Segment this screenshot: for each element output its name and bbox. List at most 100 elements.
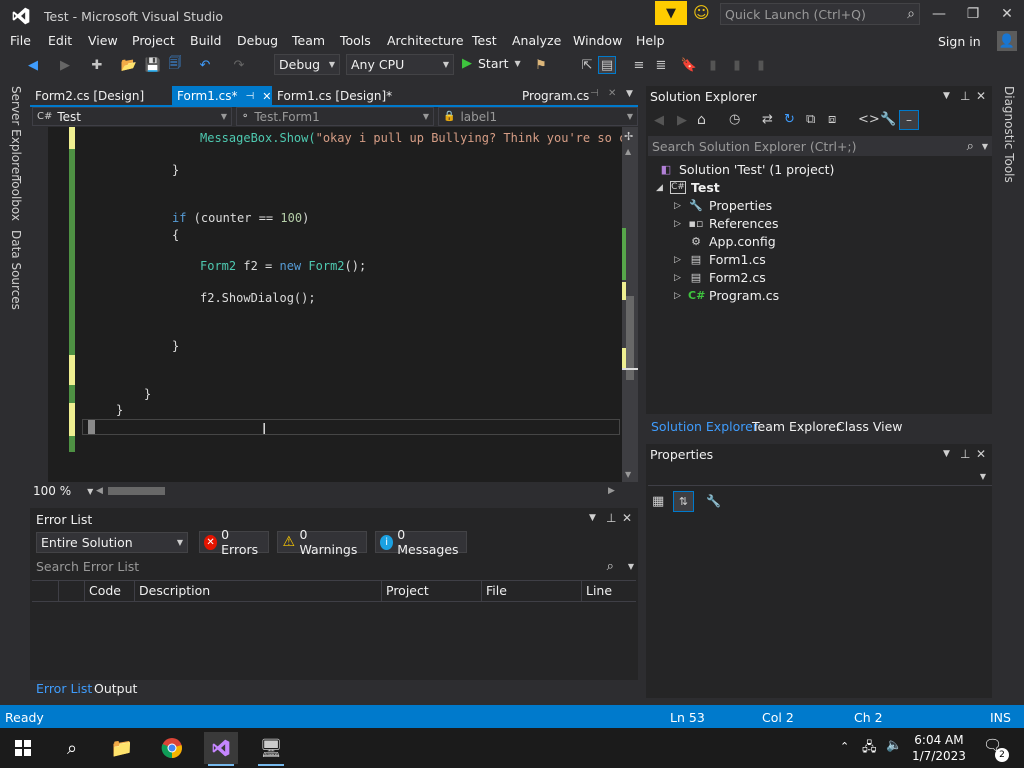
- forward-icon[interactable]: ▶: [677, 113, 687, 128]
- scroll-down-icon[interactable]: ▼: [625, 470, 631, 479]
- categorized-icon[interactable]: ▦: [652, 494, 664, 509]
- messages-filter-button[interactable]: i 0 Messages: [375, 527, 467, 557]
- taskbar-search-icon[interactable]: ⌕: [55, 732, 89, 764]
- close-button[interactable]: ✕: [990, 2, 1024, 26]
- server-explorer-tab[interactable]: Server Explorer: [9, 86, 23, 179]
- panel-menu-chevron-icon[interactable]: ▼: [943, 91, 950, 101]
- bookmark-icon[interactable]: 🔖: [680, 56, 698, 74]
- menu-build[interactable]: Build: [190, 33, 221, 48]
- preview-toggle-icon[interactable]: –: [899, 110, 919, 130]
- tab-output[interactable]: Output: [94, 681, 137, 696]
- data-sources-tab[interactable]: Data Sources: [9, 230, 23, 310]
- menu-tools[interactable]: Tools: [340, 33, 371, 48]
- horizontal-scroll-thumb[interactable]: [108, 487, 165, 495]
- tab-form1-design[interactable]: Form1.cs [Design]*: [272, 86, 397, 106]
- errors-filter-button[interactable]: ✕ 0 Errors: [199, 527, 269, 557]
- file-explorer-icon[interactable]: 📁: [105, 732, 139, 764]
- member-dropdown[interactable]: 🔒 label1 ▼: [438, 107, 638, 126]
- column-project[interactable]: Project: [386, 583, 429, 598]
- minimize-button[interactable]: —: [922, 2, 956, 26]
- tree-item-references[interactable]: ▷ ▪▫ References: [674, 216, 778, 231]
- refresh-icon[interactable]: ↻: [784, 112, 795, 127]
- close-tab-icon[interactable]: ✕: [608, 88, 616, 99]
- tab-class-view[interactable]: Class View: [836, 419, 903, 434]
- show-all-files-icon[interactable]: ⧈: [828, 112, 836, 127]
- feedback-filter-icon[interactable]: ▼: [655, 1, 687, 25]
- app-window-taskbar-icon[interactable]: 🖥: [254, 732, 288, 766]
- view-code-icon[interactable]: <>: [858, 112, 880, 127]
- close-panel-icon[interactable]: ✕: [976, 447, 986, 461]
- menu-analyze[interactable]: Analyze: [512, 33, 561, 48]
- tree-item-app-config[interactable]: ⚙ App.config: [688, 234, 776, 249]
- properties-object-selector[interactable]: ▼: [648, 468, 992, 486]
- menu-help[interactable]: Help: [636, 33, 665, 48]
- zoom-dropdown[interactable]: 100 % ▼: [33, 484, 93, 498]
- scroll-up-icon[interactable]: ▲: [625, 147, 631, 156]
- network-icon[interactable]: 🖧: [862, 738, 877, 760]
- class-dropdown[interactable]: ⚬ Test.Form1 ▼: [236, 107, 434, 126]
- sync-icon[interactable]: ⇄: [762, 112, 773, 127]
- properties-wrench-icon[interactable]: 🔧: [880, 112, 896, 127]
- tree-item-properties[interactable]: ▷ 🔧 Properties: [674, 198, 772, 213]
- close-panel-icon[interactable]: ✕: [976, 89, 986, 103]
- toolbox-tab[interactable]: Toolbox: [9, 176, 23, 221]
- home-icon[interactable]: ⌂: [697, 112, 706, 128]
- tree-item-form2[interactable]: ▷ ▤ Form2.cs: [674, 270, 766, 285]
- column-line[interactable]: Line: [586, 583, 612, 598]
- tab-overflow-chevron-icon[interactable]: ▼: [626, 89, 633, 99]
- menu-architecture[interactable]: Architecture: [387, 33, 464, 48]
- save-icon[interactable]: 💾: [144, 56, 162, 74]
- windows-start-icon[interactable]: [6, 732, 40, 764]
- close-panel-icon[interactable]: ✕: [622, 511, 632, 525]
- menu-test[interactable]: Test: [472, 33, 497, 48]
- sign-in-link[interactable]: Sign in: [938, 34, 981, 49]
- collapsed-chevron-icon[interactable]: ▷: [674, 291, 688, 301]
- warnings-filter-button[interactable]: ⚠ 0 Warnings: [277, 527, 367, 557]
- tab-form2-design[interactable]: Form2.cs [Design]: [30, 86, 149, 106]
- tab-form1-cs[interactable]: Form1.cs* ⊣ ✕: [172, 86, 272, 106]
- split-handle-icon[interactable]: ✢: [624, 130, 633, 143]
- project-dropdown[interactable]: C# Test ▼: [32, 107, 232, 126]
- menu-window[interactable]: Window: [573, 33, 622, 48]
- tree-project-test[interactable]: ◢ C# Test: [656, 180, 720, 195]
- save-all-icon[interactable]: 🗐: [166, 56, 184, 74]
- tab-program-cs[interactable]: Program.cs: [517, 86, 594, 106]
- visual-studio-taskbar-icon[interactable]: [204, 732, 238, 766]
- chrome-icon[interactable]: [155, 732, 189, 764]
- redo-icon[interactable]: ↷: [230, 56, 248, 74]
- collapsed-chevron-icon[interactable]: ▷: [674, 219, 688, 229]
- tab-team-explorer[interactable]: Team Explorer: [752, 419, 841, 434]
- system-clock[interactable]: 6:04 AM 1/7/2023: [912, 732, 966, 764]
- collapsed-chevron-icon[interactable]: ▷: [674, 255, 688, 265]
- tab-error-list[interactable]: Error List: [36, 681, 92, 696]
- clear-bookmarks-icon[interactable]: ▮: [752, 56, 770, 74]
- prev-bookmark-icon[interactable]: ▮: [704, 56, 722, 74]
- pending-changes-icon[interactable]: ◷: [729, 112, 740, 127]
- alphabetical-icon[interactable]: ⇅: [673, 491, 694, 512]
- layout-toggle-icon[interactable]: ▤: [598, 56, 616, 74]
- column-code[interactable]: Code: [89, 583, 121, 598]
- collapsed-chevron-icon[interactable]: ▷: [674, 201, 688, 211]
- back-icon[interactable]: ◀: [654, 113, 664, 128]
- solution-explorer-search-input[interactable]: Search Solution Explorer (Ctrl+;) ⌕ ▼: [648, 136, 992, 156]
- error-scope-dropdown[interactable]: Entire Solution ▼: [36, 532, 188, 553]
- solution-configuration-dropdown[interactable]: Debug ▼: [274, 54, 340, 75]
- property-pages-wrench-icon[interactable]: 🔧: [706, 494, 721, 508]
- volume-icon[interactable]: 🔈: [886, 738, 902, 753]
- start-debugging-button[interactable]: ▶ Start ▼: [462, 56, 521, 71]
- pin-icon[interactable]: ⊥: [960, 89, 970, 103]
- menu-project[interactable]: Project: [132, 33, 175, 48]
- tree-item-program[interactable]: ▷ C# Program.cs: [674, 288, 779, 303]
- expanded-chevron-icon[interactable]: ◢: [656, 183, 670, 193]
- quick-launch-input[interactable]: Quick Launch (Ctrl+Q) ⌕: [720, 3, 920, 25]
- new-project-icon[interactable]: ✚: [88, 56, 106, 74]
- comment-icon[interactable]: ≡: [630, 56, 648, 74]
- tab-solution-explorer[interactable]: Solution Explorer: [651, 419, 758, 434]
- error-list-search-input[interactable]: Search Error List ⌕ ▼: [32, 556, 636, 576]
- pin-icon[interactable]: ⊣: [246, 91, 255, 102]
- diagnostic-tools-tab[interactable]: Diagnostic Tools: [1002, 86, 1016, 183]
- uncomment-icon[interactable]: ≣: [652, 56, 670, 74]
- pin-icon[interactable]: ⊥: [960, 447, 970, 461]
- back-icon[interactable]: ◀: [24, 56, 42, 74]
- column-description[interactable]: Description: [139, 583, 210, 598]
